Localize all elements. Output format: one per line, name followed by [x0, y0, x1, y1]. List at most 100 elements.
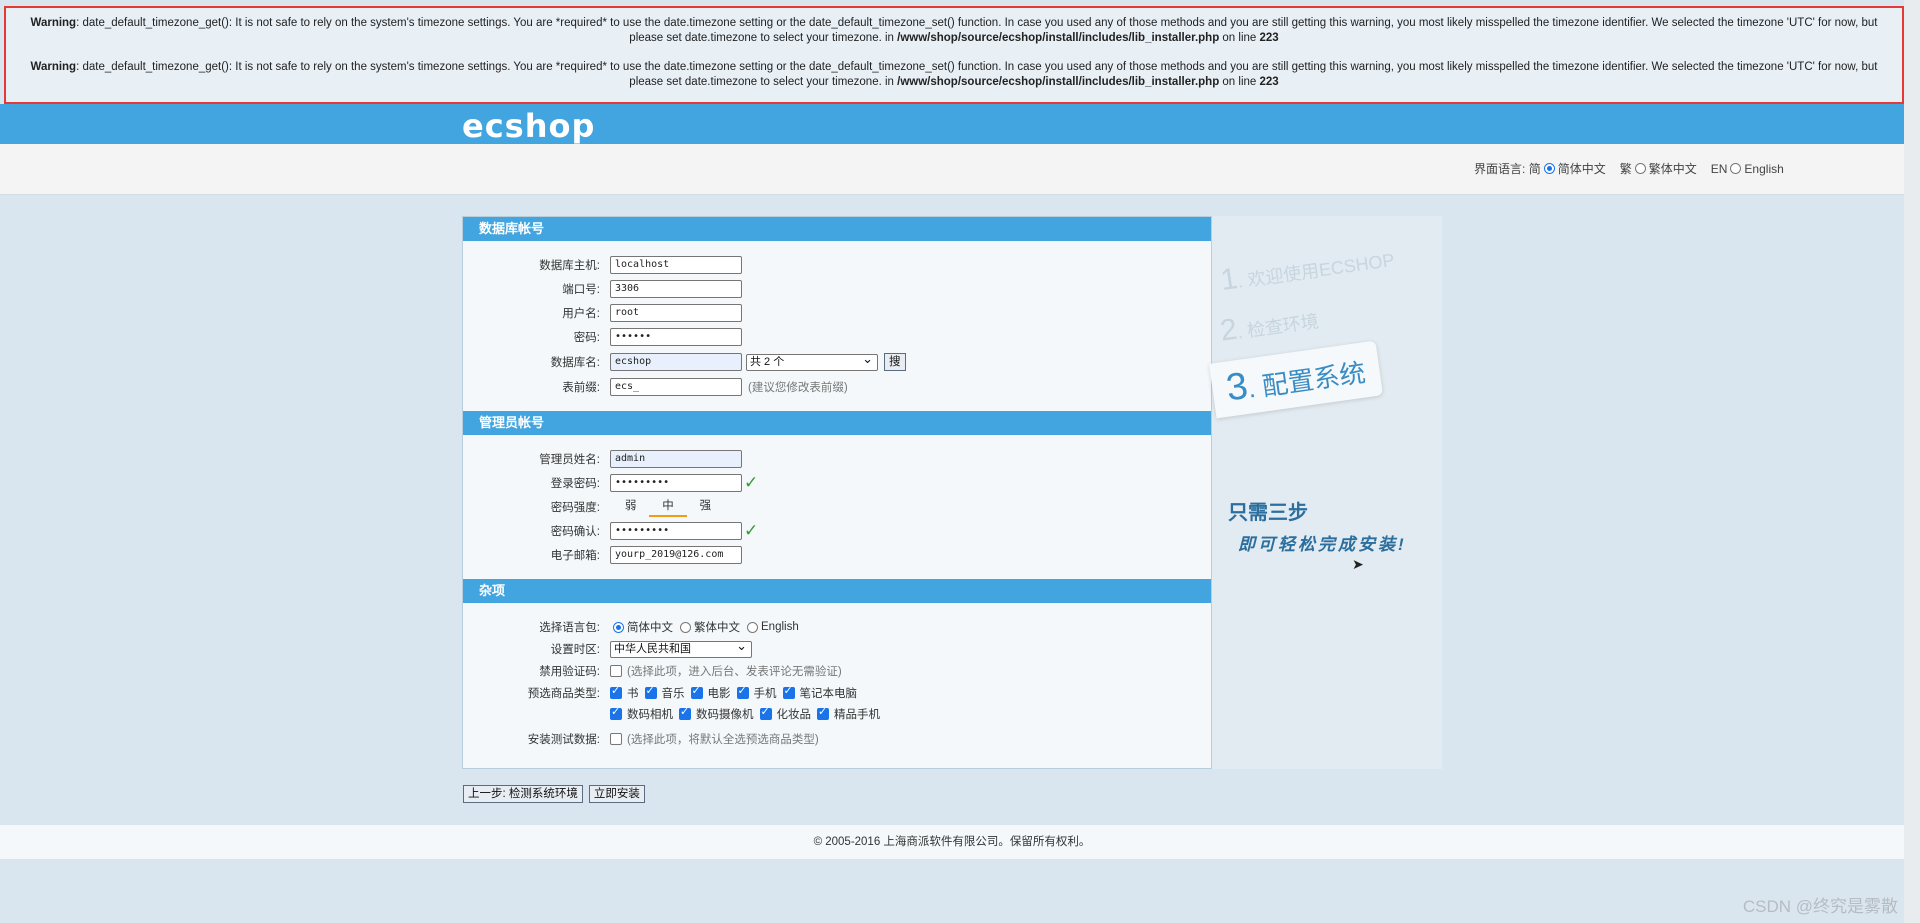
- goods-types-row: 预选商品类型: 书 音乐 电影 手机 笔记本电脑: [463, 683, 1203, 703]
- db-name-row: 数据库名: ecshop 共 2 个 搜: [463, 351, 1203, 372]
- captcha-hint: (选择此项，进入后台、发表评论无需验证): [627, 666, 842, 678]
- captcha-label: 禁用验证码:: [539, 666, 600, 678]
- db-pass-row: 密码: ••••••: [463, 327, 1203, 347]
- lang-pack-traditional[interactable]: 繁体中文: [677, 619, 740, 635]
- goods-type-item[interactable]: 书: [610, 684, 639, 701]
- admin-email-input[interactable]: yourp_2019@126.com: [610, 546, 742, 564]
- radio-icon[interactable]: [1634, 163, 1646, 174]
- checkbox-icon[interactable]: [644, 684, 657, 699]
- goods-type-item[interactable]: 手机: [736, 684, 777, 701]
- checkbox-icon[interactable]: [817, 705, 829, 720]
- db-user-label: 用户名:: [562, 308, 600, 320]
- interface-language-label: 界面语言:: [1474, 162, 1526, 176]
- demo-data-hint: (选择此项，将默认全选预选商品类型): [627, 734, 819, 746]
- timezone-label: 设置时区:: [550, 644, 600, 656]
- goods-type-label: 手机: [753, 688, 777, 700]
- admin-name-row: 管理员姓名: admin: [463, 449, 1203, 469]
- lang-option-traditional[interactable]: 繁 繁体中文: [1620, 160, 1697, 177]
- goods-type-item[interactable]: 电影: [690, 684, 731, 701]
- checkbox-icon[interactable]: [610, 705, 622, 720]
- goods-type-label: 音乐: [661, 688, 685, 700]
- demo-data-row: 安装测试数据: (选择此项，将默认全选预选商品类型): [463, 729, 1203, 749]
- admin-name-input[interactable]: admin: [610, 450, 742, 468]
- checkbox-icon[interactable]: [610, 684, 622, 699]
- checkbox-icon[interactable]: [679, 705, 691, 720]
- lang-prefix: 繁: [1619, 162, 1632, 176]
- pass-strength-label: 密码强度:: [550, 502, 600, 514]
- table-prefix-hint: (建议您修改表前缀): [748, 382, 848, 394]
- db-host-input[interactable]: localhost: [610, 256, 742, 274]
- checkbox-icon[interactable]: [690, 684, 703, 699]
- db-name-input[interactable]: ecshop: [610, 353, 742, 371]
- lang-pack-option-label: English: [761, 621, 799, 633]
- db-pass-input[interactable]: ••••••: [610, 328, 742, 346]
- timezone-row: 设置时区: 中华人民共和国: [463, 638, 1203, 659]
- check-mark-icon: ✓: [744, 521, 759, 540]
- mouse-cursor-icon: ➤: [1352, 556, 1364, 572]
- admin-confirm-input[interactable]: •••••••••: [610, 522, 742, 540]
- checkbox-icon[interactable]: [759, 705, 772, 720]
- goods-type-item[interactable]: 数码摄像机: [679, 705, 754, 722]
- goods-types-row-2: 数码相机 数码摄像机 化妆品 精品手机: [463, 704, 1203, 724]
- db-search-button[interactable]: 搜: [884, 353, 906, 371]
- goods-type-item[interactable]: 数码相机: [610, 705, 673, 722]
- radio-icon[interactable]: [1543, 163, 1555, 174]
- warning-line: Warning: date_default_timezone_get(): It…: [12, 16, 1896, 46]
- warning-line-number: 223: [1259, 32, 1279, 44]
- misc-section-title: 杂项: [463, 579, 1211, 603]
- warning-line: Warning: date_default_timezone_get(): It…: [12, 60, 1896, 90]
- warning-line-text: on line: [1219, 32, 1260, 44]
- db-host-label: 数据库主机:: [539, 260, 600, 272]
- check-mark-icon: ✓: [744, 473, 759, 492]
- promo-title: 只需三步: [1228, 502, 1308, 524]
- lang-pack-label: 选择语言包:: [539, 622, 600, 634]
- goods-type-item[interactable]: 音乐: [644, 684, 685, 701]
- radio-icon[interactable]: [613, 621, 624, 633]
- lang-option-simplified[interactable]: 简 简体中文: [1525, 160, 1606, 177]
- promo-subtitle: 即可轻松完成安装!: [1238, 535, 1407, 554]
- admin-pass-input[interactable]: •••••••••: [610, 474, 742, 492]
- goods-type-item[interactable]: 精品手机: [817, 705, 880, 722]
- demo-data-label: 安装测试数据:: [527, 734, 600, 746]
- warning-file: /www/shop/source/ecshop/install/includes…: [897, 76, 1220, 88]
- table-prefix-input[interactable]: ecs_: [610, 378, 742, 396]
- prev-step-button[interactable]: 上一步: 检测系统环境: [463, 785, 583, 803]
- timezone-select[interactable]: 中华人民共和国: [610, 638, 752, 658]
- lang-option-english[interactable]: EN English: [1711, 162, 1784, 176]
- captcha-row: 禁用验证码: (选择此项，进入后台、发表评论无需验证): [463, 661, 1203, 681]
- table-prefix-row: 表前缀: ecs_ (建议您修改表前缀): [463, 377, 1203, 397]
- table-prefix-label: 表前缀:: [562, 382, 600, 394]
- step-3-current: 3. 配置系统: [1208, 340, 1383, 419]
- pass-strength-meter: 弱 中 强: [612, 497, 724, 517]
- demo-data-checkbox[interactable]: [610, 733, 622, 745]
- footer-copyright: © 2005-2016 上海商派软件有限公司。保留所有权利。: [0, 825, 1904, 859]
- goods-type-label: 数码相机: [627, 709, 673, 721]
- goods-type-item[interactable]: 化妆品: [759, 705, 812, 722]
- db-name-select[interactable]: 共 2 个: [746, 351, 878, 371]
- captcha-checkbox[interactable]: [610, 665, 622, 677]
- install-now-button[interactable]: 立即安装: [588, 785, 645, 803]
- lang-prefix: EN: [1710, 161, 1728, 176]
- ecshop-logo: ecshop: [462, 107, 596, 145]
- radio-icon[interactable]: [1730, 163, 1742, 174]
- admin-name-label: 管理员姓名:: [539, 454, 600, 466]
- vertical-scrollbar[interactable]: [1904, 0, 1920, 923]
- radio-icon[interactable]: [680, 621, 691, 633]
- install-steps-sidebar: 1. 欢迎使用ECSHOP 2. 检查环境 3. 配置系统 只需三步 即可轻松完…: [1208, 216, 1442, 769]
- lang-option-label: 繁体中文: [1648, 162, 1697, 176]
- checkbox-icon[interactable]: [736, 684, 749, 699]
- goods-types-label: 预选商品类型:: [527, 688, 600, 700]
- lang-pack-simplified[interactable]: 简体中文: [610, 619, 673, 635]
- warning-line-number: 223: [1259, 76, 1279, 88]
- admin-pass-row: 登录密码: ••••••••• ✓: [463, 473, 1203, 493]
- goods-type-label: 化妆品: [776, 709, 812, 721]
- db-user-input[interactable]: root: [610, 304, 742, 322]
- goods-type-item[interactable]: 笔记本电脑: [782, 684, 857, 701]
- strength-weak: 弱: [624, 500, 637, 512]
- checkbox-icon[interactable]: [782, 684, 795, 699]
- lang-pack-english[interactable]: English: [744, 621, 799, 633]
- admin-confirm-label: 密码确认:: [550, 526, 600, 538]
- radio-icon[interactable]: [747, 621, 758, 633]
- db-port-input[interactable]: 3306: [610, 280, 742, 298]
- lang-pack-option-label: 繁体中文: [694, 622, 740, 634]
